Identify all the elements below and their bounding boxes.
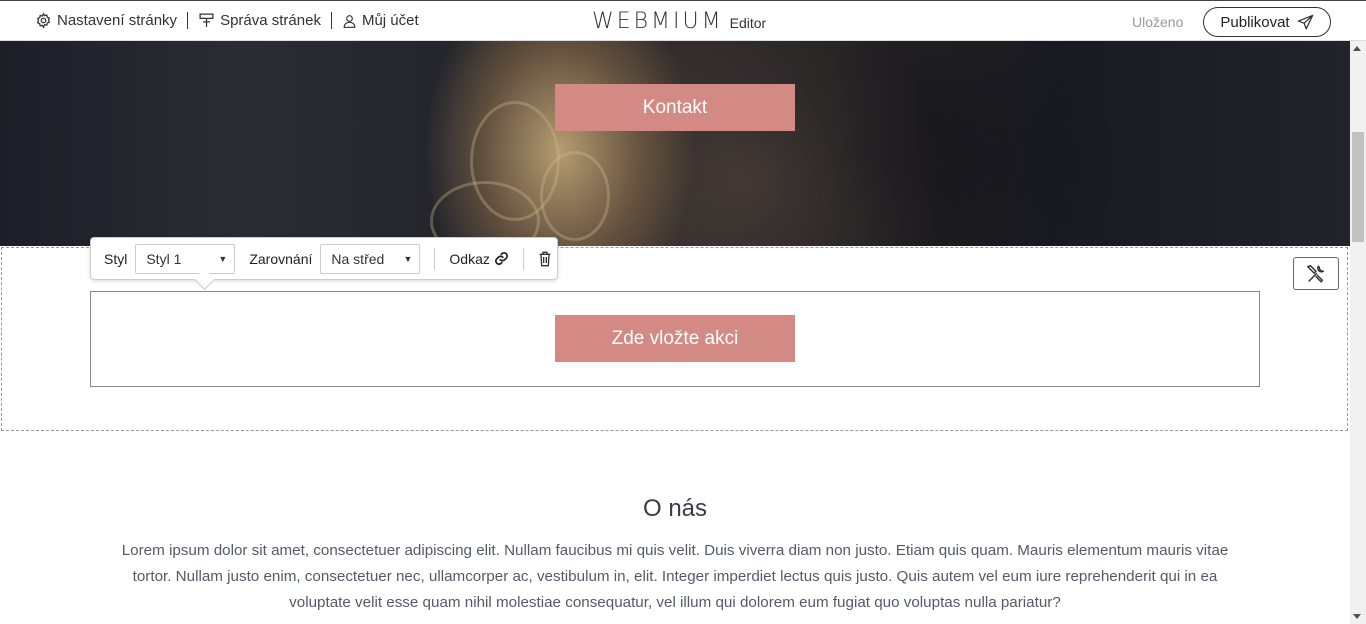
page-scrollbar[interactable]: [1350, 41, 1366, 624]
about-text: Lorem ipsum dolor sit amet, consectetuer…: [121, 542, 1229, 611]
publish-button[interactable]: Publikovat: [1203, 7, 1331, 37]
caret-down-icon: ▼: [403, 253, 413, 264]
style-label: Styl: [104, 250, 128, 267]
nav-page-management-label: Správa stránek: [220, 12, 321, 29]
app-logo: WEBMIUM Editor: [592, 9, 766, 34]
link-button[interactable]: Odkaz: [449, 251, 508, 267]
hero-banner-image: [0, 41, 1350, 246]
hero-hair-detail: [540, 151, 610, 241]
contact-button[interactable]: Kontakt: [555, 84, 795, 131]
toolbar-divider: [522, 247, 524, 270]
about-title: O nás: [642, 495, 708, 522]
user-icon: [343, 14, 356, 28]
cta-button-label: Zde vložte akci: [611, 327, 739, 349]
align-select[interactable]: Na střed ▼: [320, 243, 421, 274]
paper-plane-icon: [1297, 14, 1313, 30]
gear-icon: [36, 12, 51, 29]
nav-page-management[interactable]: Správa stránek: [198, 12, 321, 29]
scroll-up-arrow-icon[interactable]: [1353, 46, 1361, 51]
toolbar-divider: [434, 247, 436, 270]
section-settings-button[interactable]: [1293, 257, 1339, 290]
save-status: Uloženo: [1132, 14, 1184, 30]
nav-page-settings[interactable]: Nastavení stránky: [35, 12, 177, 29]
logo-wordmark: WEBMIUM: [592, 9, 724, 34]
nav-divider: [187, 12, 189, 29]
align-select-value: Na střed: [331, 250, 385, 267]
link-label: Odkaz: [449, 250, 490, 267]
scroll-down-arrow-icon[interactable]: [1353, 614, 1361, 619]
editor-topbar: Nastavení stránky Správa stránek Můj úče…: [0, 0, 1366, 41]
pages-icon: [199, 13, 214, 27]
align-label: Zarovnání: [249, 250, 313, 267]
contact-button-label: Kontakt: [642, 96, 708, 118]
trash-icon: [539, 251, 551, 266]
style-select[interactable]: Styl 1 ▼: [135, 243, 236, 274]
publish-label: Publikovat: [1220, 13, 1290, 31]
nav-my-account-label: Můj účet: [361, 12, 419, 29]
link-icon: [494, 252, 508, 265]
cta-button[interactable]: Zde vložte akci: [555, 315, 795, 362]
logo-suffix: Editor: [729, 15, 767, 31]
delete-button[interactable]: [538, 251, 552, 267]
nav-page-settings-label: Nastavení stránky: [57, 12, 178, 29]
scrollbar-thumb[interactable]: [1352, 132, 1364, 242]
style-select-value: Styl 1: [146, 250, 182, 267]
editor-nav: Nastavení stránky Správa stránek Můj úče…: [35, 12, 419, 29]
caret-down-icon: ▼: [218, 253, 228, 264]
button-edit-toolbar: Styl Styl 1 ▼ Zarovnání Na střed ▼ Odkaz: [90, 237, 558, 280]
tools-icon: [1307, 264, 1325, 283]
nav-divider: [330, 12, 332, 29]
nav-my-account[interactable]: Můj účet: [342, 12, 419, 29]
